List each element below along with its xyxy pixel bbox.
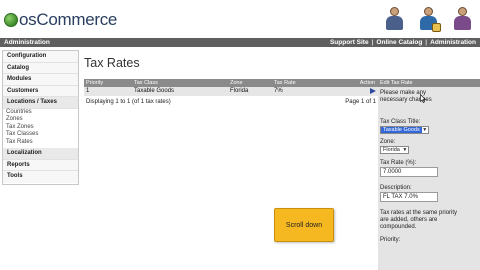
edit-tax-rate-panel: Edit Tax Rate Please make any necessary … — [378, 79, 480, 270]
zone-select[interactable]: Florida ▼ — [380, 146, 409, 154]
table-header: Priority Tax Class Zone Tax Rate Action — [84, 79, 378, 87]
sidebar-subitem-tax-zones[interactable]: Tax Zones — [3, 124, 78, 132]
table-footer: Displaying 1 to 1 (of 1 tax rates) Page … — [84, 97, 378, 107]
sidebar-item-catalog[interactable]: Catalog — [3, 62, 78, 74]
administration-link[interactable]: Administration — [430, 38, 476, 47]
cell-tax-class: Taxable Goods — [134, 88, 175, 94]
sidebar-subitem-countries[interactable]: Countries — [3, 109, 78, 117]
sidebar: Configuration Catalog Modules Customers … — [2, 50, 79, 185]
zone-label: Zone: — [380, 139, 396, 145]
sidebar-item-reports[interactable]: Reports — [3, 159, 78, 171]
column-header-tax-rate: Tax Rate — [274, 80, 296, 86]
tax-class-label: Tax Class Title: — [380, 119, 421, 125]
column-header-priority: Priority — [86, 80, 104, 86]
pager-text: Page 1 of 1 — [345, 99, 376, 105]
administration-person-icon[interactable] — [380, 5, 408, 33]
sidebar-item-locations-taxes[interactable]: Locations / Taxes — [3, 97, 78, 109]
header: osCommerce — [0, 0, 480, 38]
catalog-person-icon[interactable] — [448, 5, 476, 33]
page-title: Tax Rates — [84, 56, 140, 70]
chevron-down-icon: ▼ — [402, 147, 408, 153]
scroll-down-button[interactable]: Scroll down — [274, 208, 334, 242]
link-separator: | — [371, 39, 374, 46]
zone-select-value: Florida — [383, 147, 400, 153]
display-count-text: Displaying 1 to 1 (of 1 tax rates) — [86, 99, 171, 105]
link-separator: | — [425, 39, 428, 46]
logo-text: osCommerce — [19, 10, 118, 29]
sidebar-subitem-zones[interactable]: Zones — [3, 116, 78, 124]
mouse-cursor-icon — [420, 94, 426, 103]
tax-rates-table: Priority Tax Class Zone Tax Rate Action … — [84, 79, 378, 107]
admin-bar-title: Administration — [4, 39, 50, 46]
sidebar-item-configuration[interactable]: Configuration — [3, 51, 78, 63]
selected-row-arrow-icon[interactable] — [370, 88, 376, 94]
sidebar-item-tools[interactable]: Tools — [3, 171, 78, 183]
sidebar-subitem-tax-rates[interactable]: Tax Rates — [3, 139, 78, 147]
oscommerce-logo[interactable]: osCommerce — [4, 10, 117, 30]
tax-rate-label: Tax Rate (%): — [380, 160, 417, 166]
column-header-zone: Zone — [230, 80, 243, 86]
globe-icon — [4, 13, 18, 27]
sidebar-item-customers[interactable]: Customers — [3, 85, 78, 97]
description-input[interactable]: FL TAX 7.0% — [380, 192, 438, 202]
support-site-link[interactable]: Support Site — [330, 38, 369, 47]
tax-class-select[interactable]: Taxable Goods ▼ — [380, 126, 429, 134]
support-person-icon[interactable] — [414, 5, 442, 33]
priority-note-text: Tax rates at the same priority are added… — [380, 210, 458, 230]
description-label: Description: — [380, 185, 412, 191]
edit-panel-header: Edit Tax Rate — [378, 79, 480, 87]
edit-intro-text: Please make any necessary changes — [380, 90, 432, 103]
sidebar-item-localization[interactable]: Localization — [3, 148, 78, 160]
cell-tax-rate: 7% — [274, 88, 283, 94]
cell-zone: Florida — [230, 88, 249, 94]
admin-bar: Administration Support Site | Online Cat… — [0, 38, 480, 47]
tax-rate-input[interactable]: 7.0000 — [380, 167, 438, 177]
column-header-action: Action — [359, 80, 375, 86]
header-icons — [380, 5, 476, 33]
tax-class-select-value: Taxable Goods — [381, 127, 422, 133]
sidebar-subitem-tax-classes[interactable]: Tax Classes — [3, 131, 78, 139]
cell-priority: 1 — [86, 88, 90, 94]
table-row[interactable]: 1 Taxable Goods Florida 7% — [84, 87, 378, 96]
online-catalog-link[interactable]: Online Catalog — [376, 38, 422, 47]
priority-label: Priority: — [380, 237, 401, 243]
chevron-down-icon: ▼ — [422, 127, 428, 133]
sidebar-item-modules[interactable]: Modules — [3, 74, 78, 86]
column-header-tax-class: Tax Class — [134, 80, 158, 86]
